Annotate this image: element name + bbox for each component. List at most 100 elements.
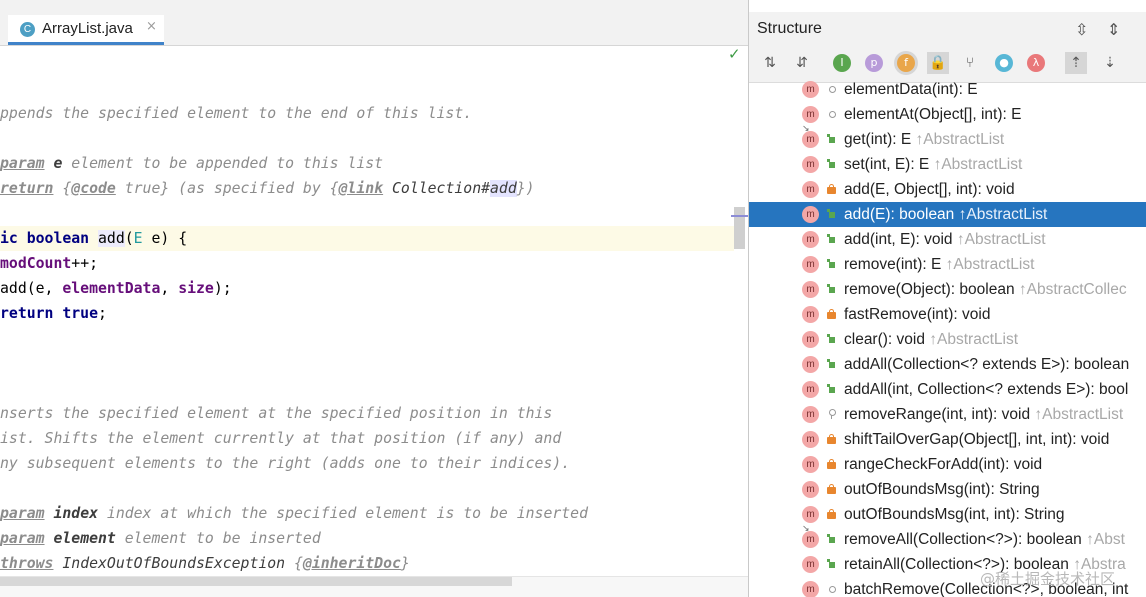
- code-token: add: [98, 230, 125, 247]
- tab-arraylist-java[interactable]: C ArrayList.java ×: [8, 15, 164, 45]
- sort-alphabetically-icon[interactable]: ⇵: [791, 52, 813, 74]
- horizontal-scrollbar[interactable]: [0, 577, 512, 586]
- structure-member[interactable]: m addAll(Collection<? extends E>): boolea…: [749, 352, 1146, 377]
- inspection-ok-icon[interactable]: ✓: [728, 45, 741, 63]
- code-line[interactable]: [0, 126, 734, 151]
- structure-member[interactable]: m remove(Object): boolean ↑AbstractCollec: [749, 277, 1146, 302]
- method-icon: m: [802, 156, 819, 173]
- inherited-from-label: ↑AbstractCollec: [1014, 281, 1127, 298]
- code-token: {: [53, 180, 72, 197]
- code-line[interactable]: param e element to be appended to this l…: [0, 151, 734, 176]
- method-icon: m: [802, 531, 819, 548]
- private-lock-icon: [827, 184, 836, 194]
- close-tab-icon[interactable]: ×: [146, 19, 157, 34]
- code-line[interactable]: [0, 376, 734, 401]
- code-line[interactable]: [0, 201, 734, 226]
- structure-member[interactable]: m get(int): E ↑AbstractList: [749, 127, 1146, 152]
- code-token: IndexOutOfBoundsException: [62, 555, 286, 572]
- structure-member[interactable]: m clear(): void ↑AbstractList: [749, 327, 1146, 352]
- inherited-from-label: ↑AbstractList: [929, 156, 1023, 173]
- code-line[interactable]: ist. Shifts the element currently at tha…: [0, 426, 734, 451]
- sort-by-visibility-icon[interactable]: ⇅: [759, 52, 781, 74]
- code-line[interactable]: ny subsequent elements to the right (add…: [0, 451, 734, 476]
- code-line[interactable]: modCount++;: [0, 251, 734, 276]
- structure-member[interactable]: m removeAll(Collection<?>): boolean ↑Abst: [749, 527, 1146, 552]
- code-line[interactable]: return true;: [0, 301, 734, 326]
- show-lambda-icon[interactable]: λ: [1027, 54, 1045, 72]
- autoscroll-to-source-icon[interactable]: ⇡: [1065, 52, 1087, 74]
- code-area[interactable]: ppends the specified element to the end …: [0, 101, 734, 576]
- method-icon: m: [802, 281, 819, 298]
- code-token: {: [285, 555, 303, 572]
- structure-member[interactable]: m elementData(int): E: [749, 77, 1146, 102]
- code-token: element to be appended to this list: [62, 155, 384, 172]
- code-token: ;: [98, 305, 107, 322]
- structure-member[interactable]: m add(E): boolean ↑AbstractList: [749, 202, 1146, 227]
- code-line[interactable]: return {@code true} (as specified by {@l…: [0, 176, 734, 201]
- show-anonymous-icon[interactable]: ●: [995, 54, 1013, 72]
- structure-member[interactable]: m ↘ elementAt(Object[], int): E: [749, 102, 1146, 133]
- structure-member[interactable]: m addAll(int, Collection<? extends E>): b…: [749, 377, 1146, 402]
- member-signature: set(int, E): E ↑AbstractList: [844, 152, 1022, 177]
- member-signature-text: add(E, Object[], int): void: [844, 181, 1015, 198]
- private-lock-icon: [827, 484, 836, 494]
- structure-member[interactable]: m ↘ outOfBoundsMsg(int, int): String: [749, 502, 1146, 533]
- code-line[interactable]: param index index at which the specified…: [0, 501, 734, 526]
- vertical-scrollbar[interactable]: [734, 207, 745, 249]
- inherited-from-label: ↑Abst: [1081, 531, 1125, 548]
- code-line[interactable]: nserts the specified element at the spec…: [0, 401, 734, 426]
- autoscroll-from-source-icon[interactable]: ⇣: [1099, 52, 1121, 74]
- member-signature-text: get(int): E: [844, 131, 912, 148]
- collapse-all-icon[interactable]: ⇕: [1107, 20, 1120, 39]
- show-lambdas-icon[interactable]: ⑂: [959, 52, 981, 74]
- structure-member[interactable]: m removeRange(int, int): void ↑AbstractLi…: [749, 402, 1146, 427]
- expand-all-icon[interactable]: ⇳: [1075, 20, 1088, 39]
- code-token: add: [490, 180, 517, 197]
- structure-member[interactable]: m fastRemove(int): void: [749, 302, 1146, 327]
- scrollbar-marker: [731, 215, 748, 217]
- private-lock-icon: [827, 509, 836, 519]
- structure-member[interactable]: m remove(int): E ↑AbstractList: [749, 252, 1146, 277]
- structure-member[interactable]: m set(int, E): E ↑AbstractList: [749, 152, 1146, 177]
- member-signature: fastRemove(int): void: [844, 302, 990, 327]
- code-line[interactable]: throws IndexOutOfBoundsException {@inher…: [0, 551, 734, 576]
- show-fields-icon[interactable]: f: [897, 54, 915, 72]
- code-line[interactable]: ppends the specified element to the end …: [0, 101, 734, 126]
- show-non-public-icon[interactable]: 🔒: [927, 52, 949, 74]
- structure-member[interactable]: m outOfBoundsMsg(int): String: [749, 477, 1146, 502]
- show-inherited-icon[interactable]: I: [833, 54, 851, 72]
- code-line[interactable]: [0, 326, 734, 351]
- watermark: @稀土掘金技术社区: [980, 570, 1116, 588]
- public-visibility-icon: [827, 384, 836, 394]
- code-editor[interactable]: C ArrayList.java × ✓ ppends the specifie…: [0, 0, 748, 597]
- show-properties-icon[interactable]: p: [865, 54, 883, 72]
- inherited-from-label: ↑AbstractList: [1030, 406, 1124, 423]
- package-private-icon: [827, 84, 836, 94]
- code-line[interactable]: [0, 476, 734, 501]
- method-icon: m: [802, 556, 819, 573]
- structure-member[interactable]: m add(int, E): void ↑AbstractList: [749, 227, 1146, 252]
- method-icon: m: [802, 481, 819, 498]
- member-list: m elementData(int): E m ↘ elementAt(Object[]…: [749, 77, 1146, 597]
- inherited-from-label: ↑AbstractList: [911, 131, 1005, 148]
- member-signature: removeAll(Collection<?>): boolean ↑Abst: [844, 527, 1125, 552]
- structure-member[interactable]: m rangeCheckForAdd(int): void: [749, 452, 1146, 477]
- public-visibility-icon: [827, 359, 836, 369]
- structure-member[interactable]: m shiftTailOverGap(Object[], int, int): v…: [749, 427, 1146, 452]
- code-token: ist. Shifts the element currently at tha…: [0, 430, 562, 447]
- editor-tab-bar: C ArrayList.java ×: [0, 12, 748, 46]
- structure-member[interactable]: m add(E, Object[], int): void: [749, 177, 1146, 202]
- method-icon: m: [802, 331, 819, 348]
- member-signature-text: outOfBoundsMsg(int, int): String: [844, 506, 1065, 523]
- code-line[interactable]: [0, 351, 734, 376]
- code-token: (: [124, 230, 134, 247]
- method-icon: m: [802, 81, 819, 98]
- code-token: param: [0, 155, 45, 172]
- member-signature: elementData(int): E: [844, 77, 978, 102]
- code-line[interactable]: add(e, elementData, size);: [0, 276, 734, 301]
- code-token: index at which the specified element is …: [98, 505, 588, 522]
- code-line[interactable]: param element element to be inserted: [0, 526, 734, 551]
- method-icon: m: [802, 356, 819, 373]
- code-line[interactable]: ic boolean add(E e) {: [0, 226, 734, 251]
- structure-header: Structure ⇳ ⇕: [749, 12, 1146, 45]
